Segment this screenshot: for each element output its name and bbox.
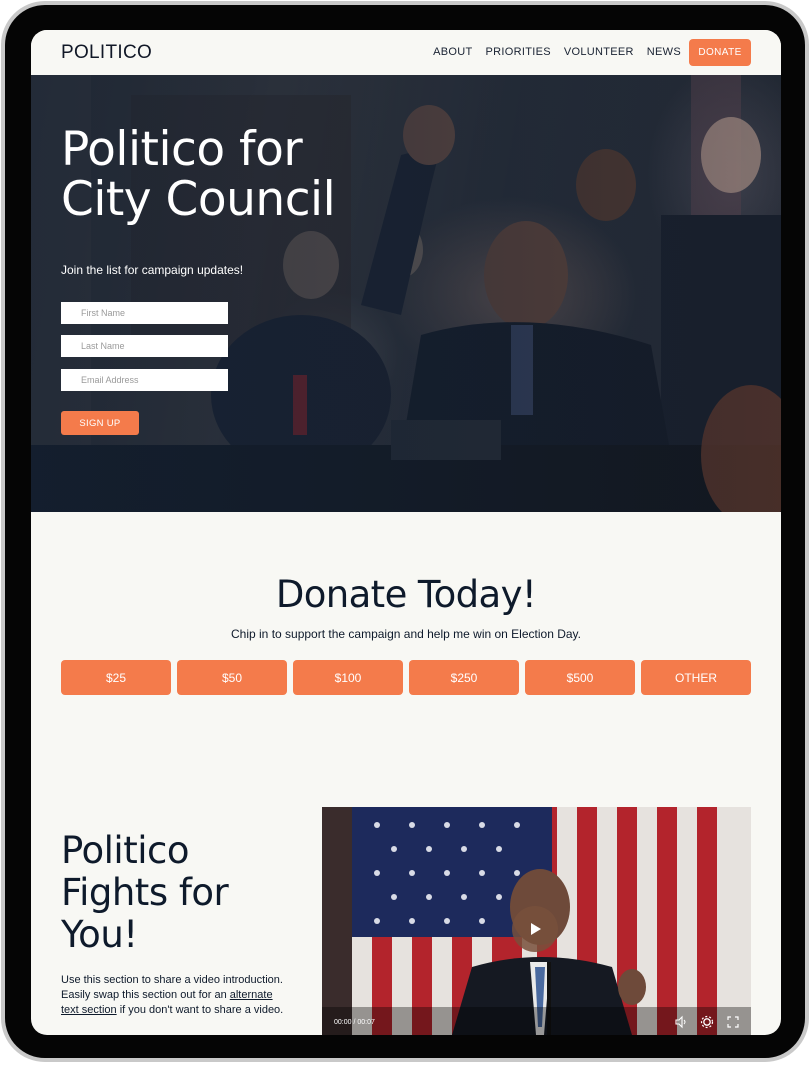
donate-amount-500-button[interactable]: $500: [525, 660, 635, 695]
first-name-field[interactable]: [61, 302, 228, 324]
email-field[interactable]: [61, 369, 228, 391]
video-player[interactable]: 00:00 / 00:07: [322, 807, 751, 1035]
video-section-title: Politico Fights for You!: [61, 829, 229, 956]
body-text-suffix: if you don't want to share a video.: [116, 1004, 284, 1016]
donate-amount-50-button[interactable]: $50: [177, 660, 287, 695]
hero-subtitle: Join the list for campaign updates!: [61, 263, 244, 277]
donate-amount-250-button[interactable]: $250: [409, 660, 519, 695]
nav-link-volunteer[interactable]: VOLUNTEER: [564, 46, 634, 58]
donate-amount-other-button[interactable]: OTHER: [641, 660, 751, 695]
donate-title: Donate Today!: [275, 573, 537, 616]
play-icon: [531, 923, 541, 935]
last-name-field[interactable]: [61, 335, 228, 357]
screen: POLITICO ABOUT PRIORITIES VOLUNTEER NEWS…: [31, 30, 781, 1035]
donate-amount-25-button[interactable]: $25: [61, 660, 171, 695]
donate-amount-100-button[interactable]: $100: [293, 660, 403, 695]
video-time: 00:00 / 00:07: [334, 1019, 375, 1026]
volume-icon[interactable]: [674, 1015, 688, 1029]
top-nav: POLITICO ABOUT PRIORITIES VOLUNTEER NEWS…: [31, 30, 781, 75]
fullscreen-icon[interactable]: [726, 1015, 740, 1029]
nav-links: ABOUT PRIORITIES VOLUNTEER NEWS: [433, 46, 681, 58]
nav-link-news[interactable]: NEWS: [647, 46, 681, 58]
nav-link-about[interactable]: ABOUT: [433, 46, 472, 58]
play-button[interactable]: [512, 906, 558, 952]
hero-section: Politico for City Council Join the list …: [31, 75, 781, 512]
nav-link-priorities[interactable]: PRIORITIES: [486, 46, 551, 58]
hero-title: Politico for City Council: [61, 122, 336, 227]
site-logo[interactable]: POLITICO: [61, 42, 152, 64]
donation-amounts: $25 $50 $100 $250 $500 OTHER: [61, 660, 751, 695]
nav-donate-button[interactable]: DONATE: [689, 39, 751, 66]
video-section-body: Use this section to share a video introd…: [61, 973, 286, 1018]
donate-subtitle: Chip in to support the campaign and help…: [231, 627, 581, 641]
signup-button[interactable]: SIGN UP: [61, 411, 139, 435]
settings-icon[interactable]: [700, 1015, 714, 1029]
